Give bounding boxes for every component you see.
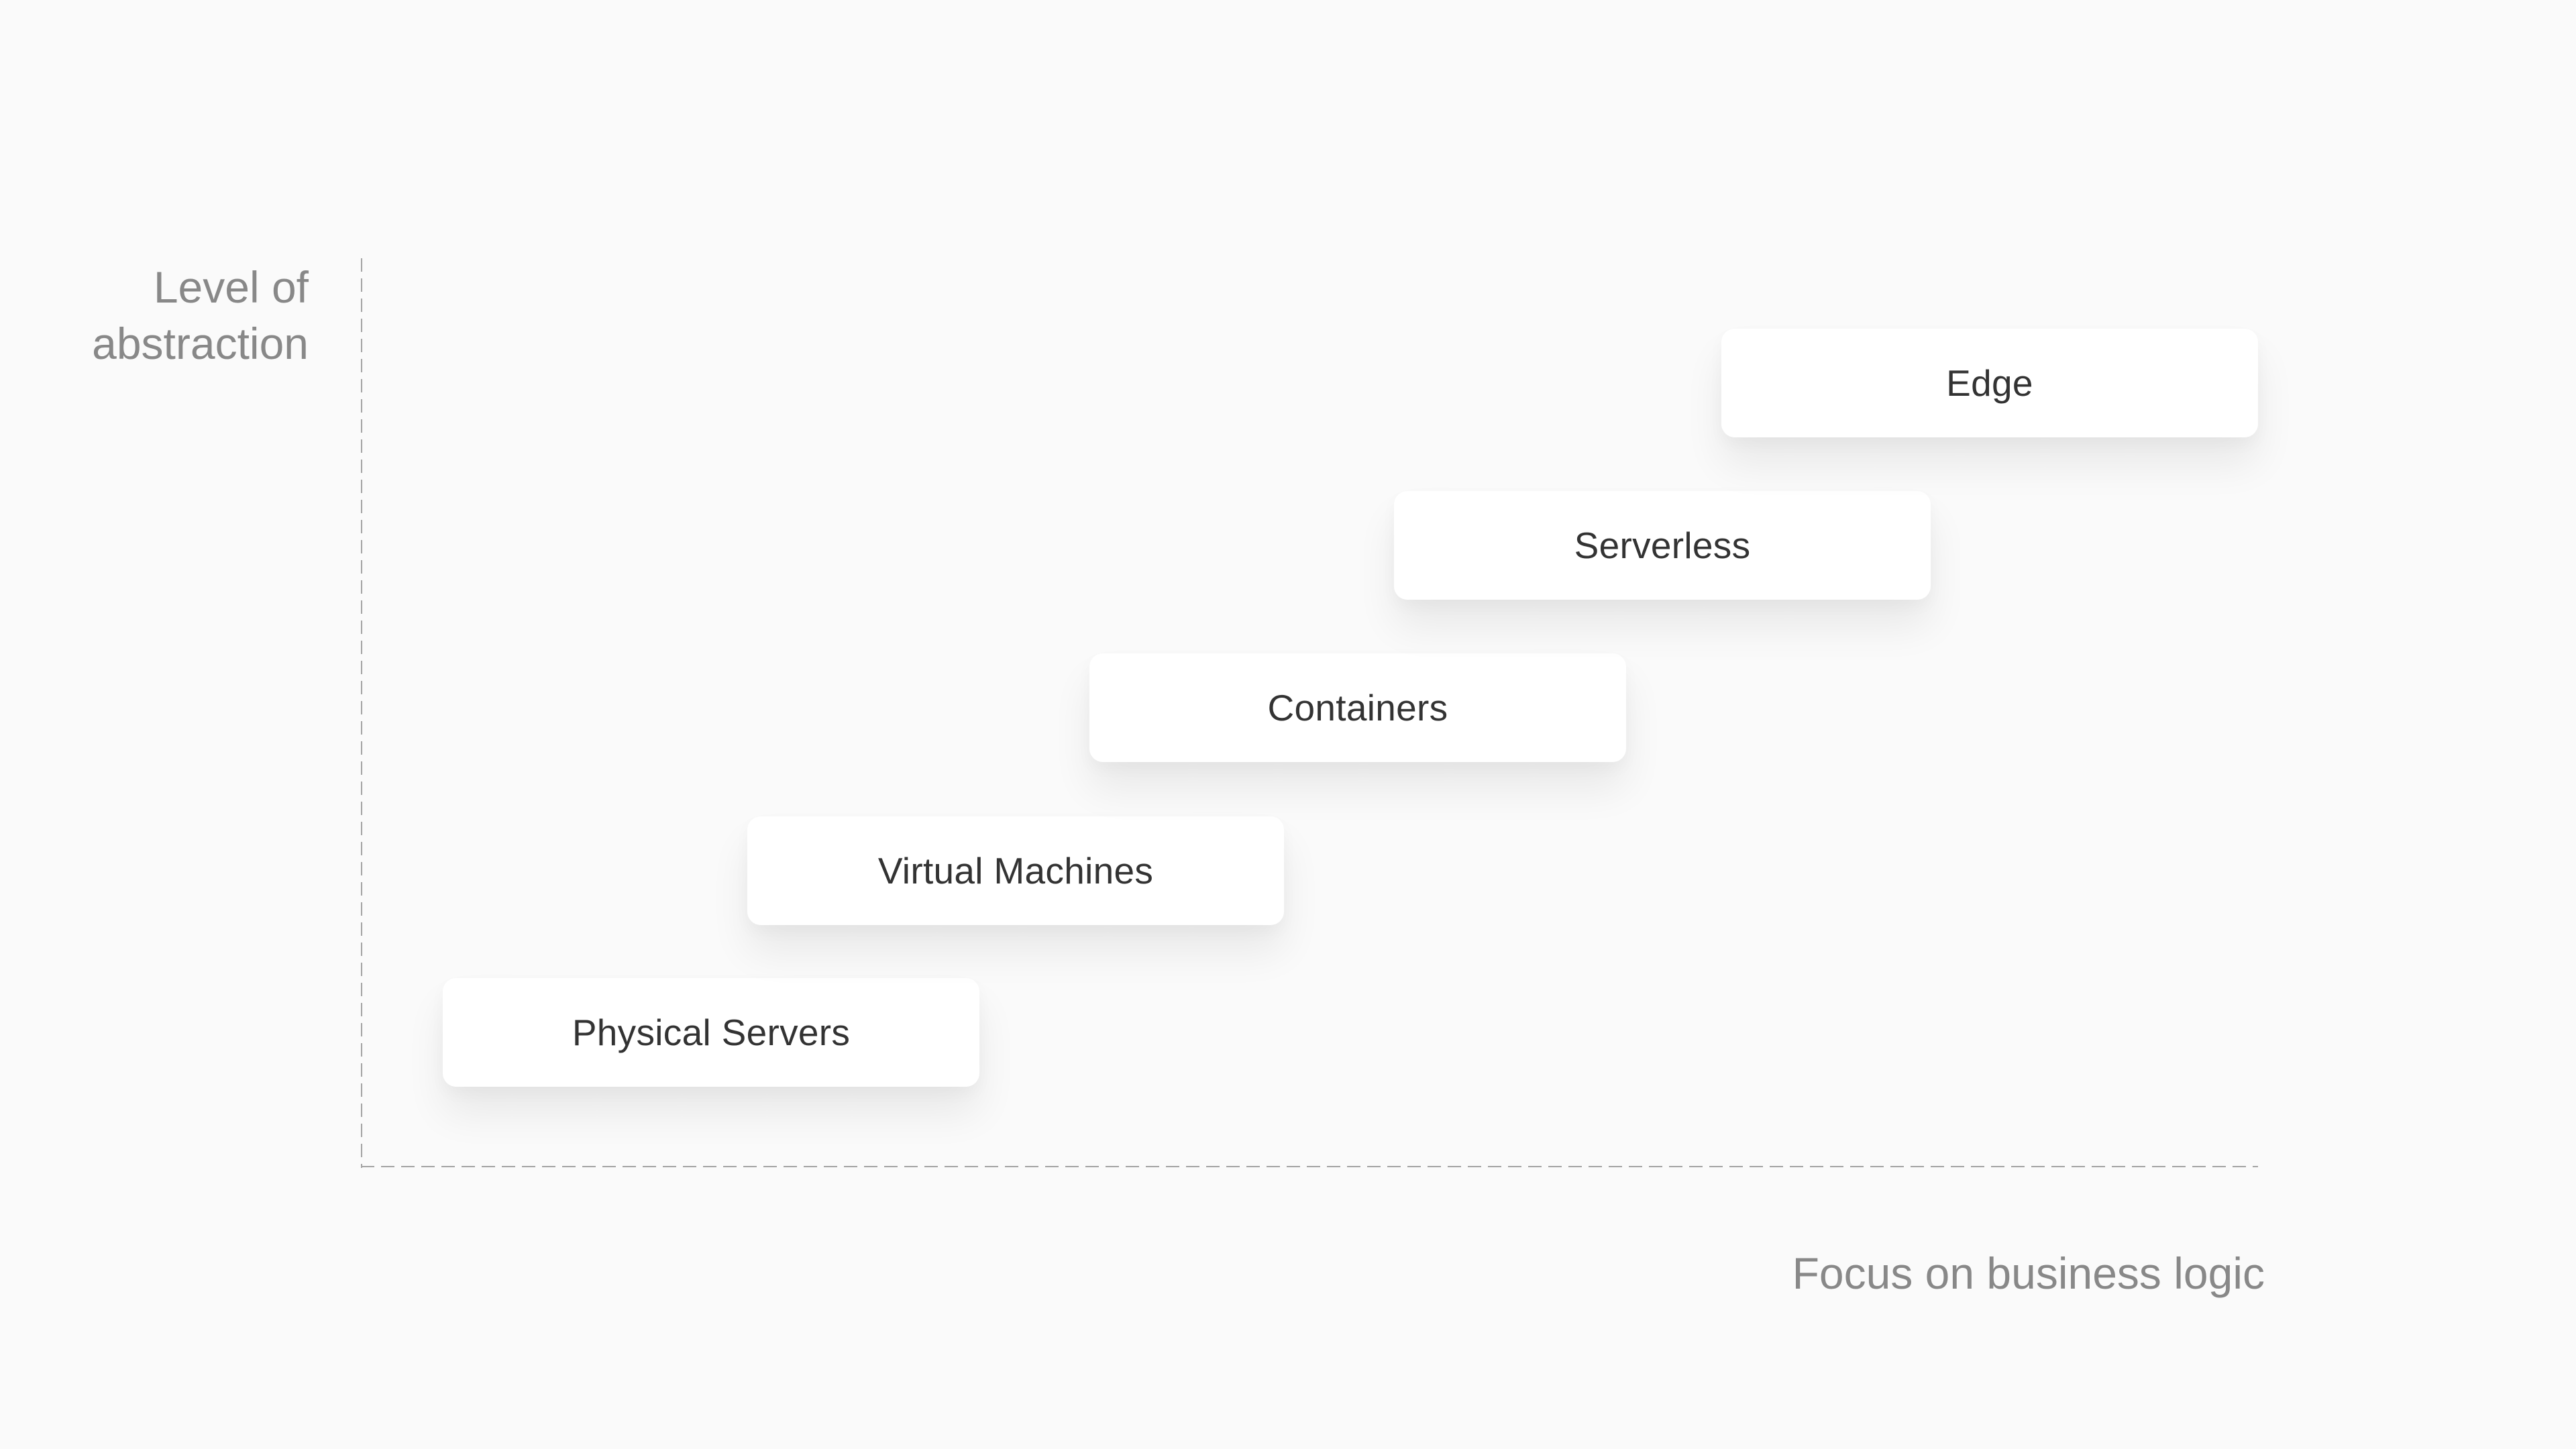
step-card-containers: Containers [1089, 653, 1626, 762]
step-card-physical-servers: Physical Servers [443, 978, 979, 1087]
x-axis-line [361, 1166, 2258, 1167]
step-card-edge: Edge [1721, 329, 2258, 437]
step-card-label: Containers [1267, 687, 1448, 729]
step-card-label: Edge [1946, 362, 2033, 404]
y-axis-line [361, 258, 362, 1168]
step-card-label: Serverless [1574, 525, 1751, 566]
y-axis-label-line-2: abstraction [92, 319, 309, 368]
step-card-virtual-machines: Virtual Machines [747, 816, 1284, 925]
y-axis-label-line-1: Level of [153, 262, 309, 312]
step-card-serverless: Serverless [1394, 491, 1931, 600]
step-card-label: Virtual Machines [877, 850, 1154, 892]
step-card-label: Physical Servers [572, 1012, 851, 1053]
y-axis-label: Level of abstraction [27, 259, 309, 372]
x-axis-label: Focus on business logic [1792, 1248, 2265, 1298]
